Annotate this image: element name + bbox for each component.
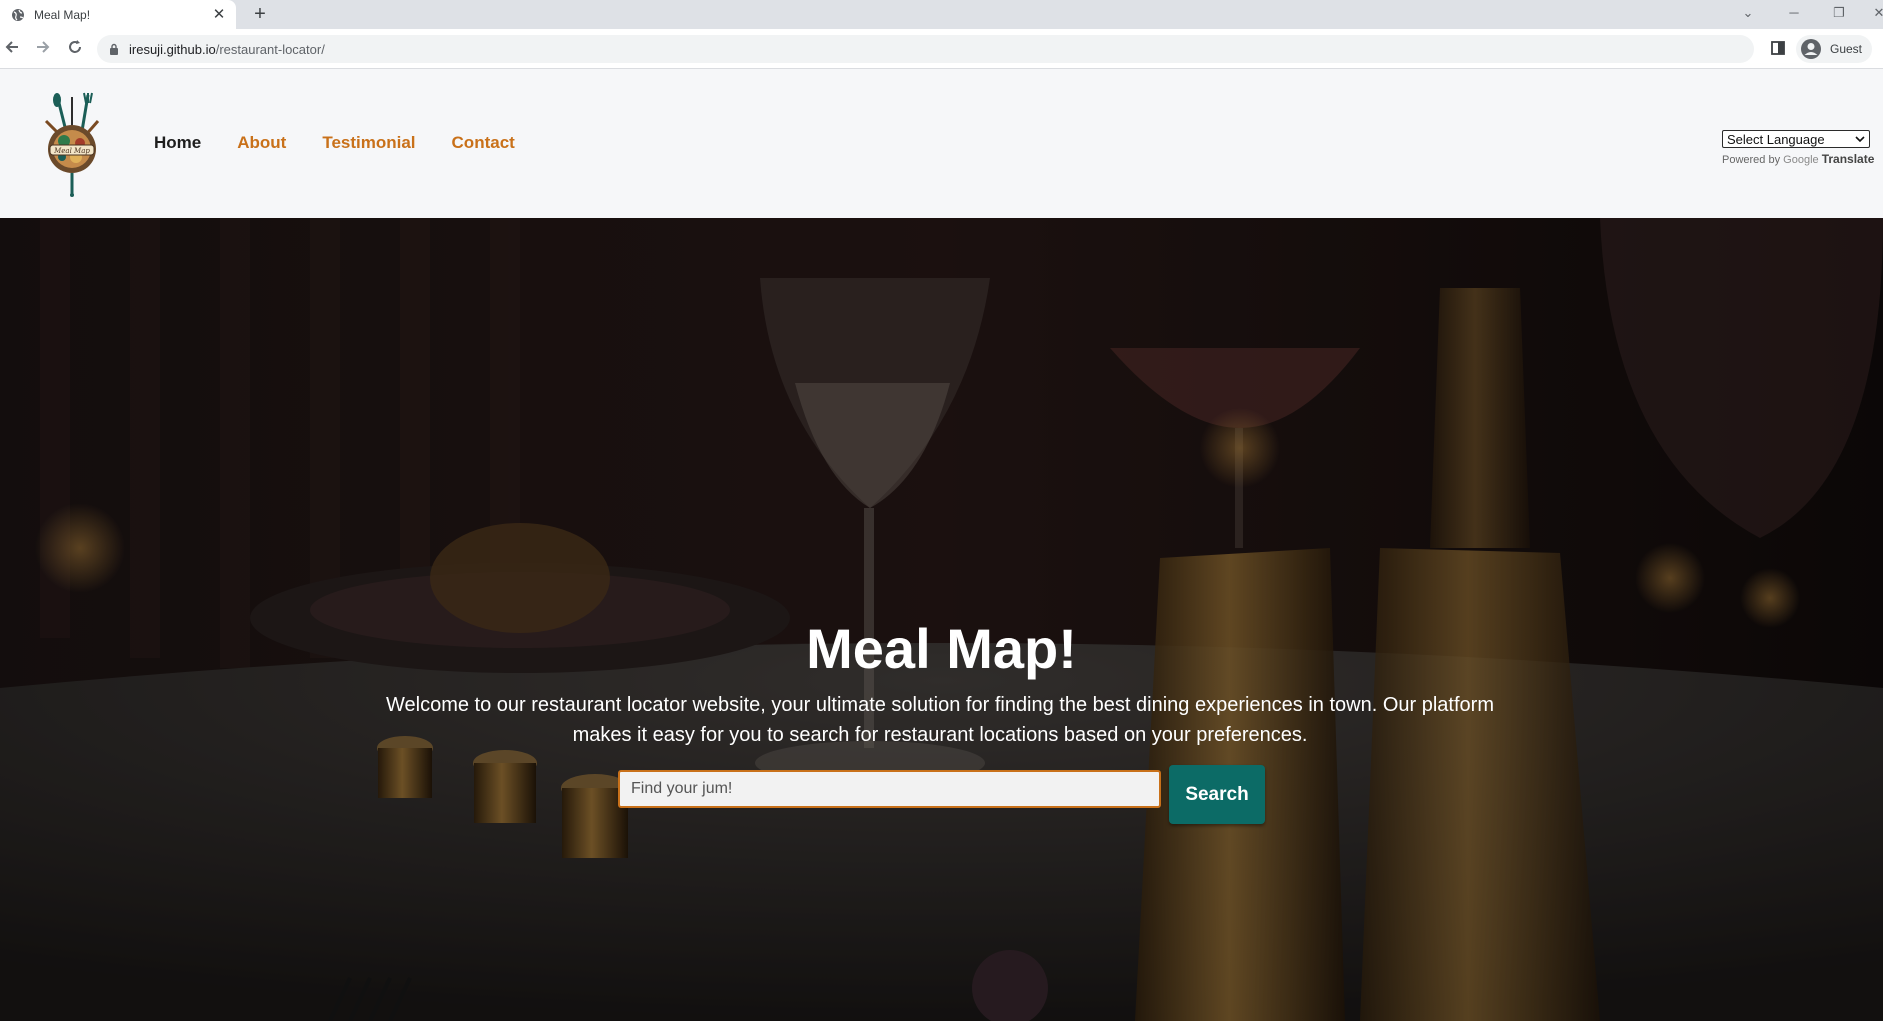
minimize-icon[interactable]: ─ <box>1782 3 1806 23</box>
profile-label: Guest <box>1830 42 1863 56</box>
google-translate-widget: Select Language Powered by Google Transl… <box>1722 130 1875 166</box>
powered-by-text: Powered by <box>1722 154 1781 166</box>
nav-testimonial[interactable]: Testimonial <box>322 133 415 153</box>
side-panel-icon[interactable] <box>1770 40 1786 56</box>
avatar-icon <box>1801 39 1821 59</box>
nav-about[interactable]: About <box>237 133 286 153</box>
reload-button[interactable] <box>63 37 87 61</box>
address-bar[interactable]: iresuji.github.io/restaurant-locator/ <box>97 35 1754 63</box>
browser-tab[interactable]: Meal Map! ✕ <box>0 0 236 29</box>
back-button[interactable] <box>0 37 24 61</box>
main-nav: Home About Testimonial Contact <box>154 133 551 153</box>
translate-link[interactable]: Translate <box>1822 152 1875 166</box>
hero-description: Welcome to our restaurant locator websit… <box>386 694 1494 746</box>
forward-button[interactable] <box>31 37 55 61</box>
svg-text:Meal Map: Meal Map <box>53 147 90 155</box>
tab-title: Meal Map! <box>34 7 91 22</box>
hero-section: Meal Map! Welcome to our restaurant loca… <box>0 218 1883 1021</box>
meal-map-logo[interactable]: Meal Map <box>36 91 108 197</box>
search-input[interactable]: Find your jum! <box>618 770 1161 808</box>
reload-icon <box>69 40 81 53</box>
language-select[interactable]: Select Language <box>1722 130 1870 148</box>
powered-by-google: Powered by Google Translate <box>1722 152 1875 166</box>
tab-search-icon[interactable]: ⌄ <box>1736 3 1760 23</box>
close-tab-icon[interactable]: ✕ <box>210 6 228 24</box>
search-button[interactable]: Search <box>1169 765 1265 824</box>
url-path: /restaurant-locator/ <box>215 41 325 57</box>
url-host: iresuji.github.io <box>129 41 216 57</box>
browser-toolbar: iresuji.github.io/restaurant-locator/ Gu… <box>0 29 1883 69</box>
google-logo: Google <box>1783 154 1819 166</box>
browser-tabstrip: Meal Map! ✕ + ⌄ ─ ❐ ✕ <box>0 0 1883 29</box>
close-window-icon[interactable]: ✕ <box>1867 3 1883 23</box>
language-select-value: Select Language <box>1727 131 1825 147</box>
lock-icon <box>110 43 118 55</box>
hero-content: Meal Map! Welcome to our restaurant loca… <box>0 218 1883 1021</box>
nav-contact[interactable]: Contact <box>452 133 515 153</box>
arrow-right-icon <box>37 41 50 53</box>
globe-icon <box>12 8 24 21</box>
url-text: iresuji.github.io/restaurant-locator/ <box>129 42 325 57</box>
search-placeholder: Find your jum! <box>631 780 733 797</box>
new-tab-button[interactable]: + <box>250 4 270 24</box>
profile-button[interactable]: Guest <box>1796 35 1873 63</box>
nav-home[interactable]: Home <box>154 133 201 153</box>
site-header: Meal Map Home About Testimonial Contact … <box>0 69 1883 218</box>
hero-title: Meal Map! <box>806 617 1077 680</box>
restore-icon[interactable]: ❐ <box>1827 3 1851 23</box>
arrow-left-icon <box>5 41 18 53</box>
chevron-down-icon <box>1855 136 1865 143</box>
